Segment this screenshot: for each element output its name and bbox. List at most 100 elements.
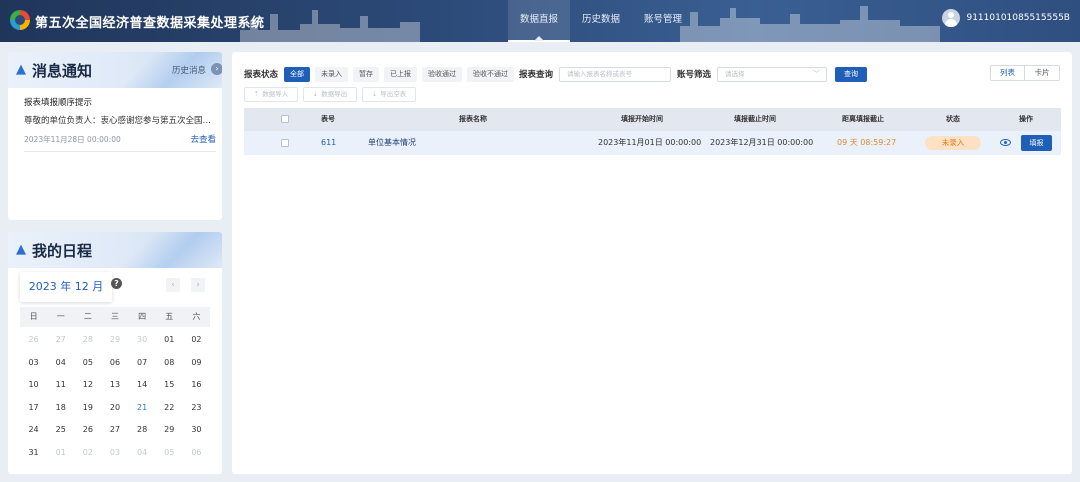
calendar-day[interactable]: 30 (129, 329, 156, 352)
nav-item-data-report[interactable]: 数据直报 (508, 0, 571, 42)
calendar-day[interactable]: 29 (101, 329, 128, 352)
row-checkbox[interactable] (281, 139, 289, 147)
calendar-day[interactable]: 05 (74, 352, 101, 375)
calendar-day[interactable]: 27 (101, 419, 128, 442)
filter-bar: 报表状态 全部 未录入 暂存 已上报 验收通过 验收不通过 报表查询 账号筛选 … (244, 66, 868, 82)
fill-report-button[interactable]: 填报 (1021, 135, 1052, 151)
calendar-next-button[interactable]: › (191, 278, 205, 292)
calendar-day[interactable]: 03 (101, 442, 128, 465)
app-title: 第五次全国经济普查数据采集处理系统 (35, 16, 265, 31)
table-row[interactable]: 611 单位基本情况 2023年11月01日 00:00:00 2023年12月… (244, 131, 1061, 155)
search-button[interactable]: 查询 (835, 66, 868, 82)
calendar-day[interactable]: 19 (74, 397, 101, 420)
calendar-day[interactable]: 28 (129, 419, 156, 442)
calendar-day[interactable]: 04 (129, 442, 156, 465)
calendar-prev-button[interactable]: ‹ (166, 278, 180, 292)
table-header: 表号 报表名称 填报开始时间 填报截止时间 距离填报截止 状态 操作 (244, 108, 1061, 131)
calendar-icon: ▲ (16, 242, 26, 257)
status-chip-submitted[interactable]: 已上报 (384, 66, 418, 82)
top-header: 第五次全国经济普查数据采集处理系统 数据直报 历史数据 账号管理 9111010… (0, 0, 1080, 42)
calendar-day[interactable]: 26 (20, 329, 47, 352)
report-search-input[interactable] (559, 66, 672, 82)
eye-icon[interactable] (1000, 139, 1011, 146)
calendar-day[interactable]: 22 (156, 397, 183, 420)
nav-item-history-data[interactable]: 历史数据 (570, 0, 632, 42)
calendar-day[interactable]: 01 (47, 442, 74, 465)
calendar-weekday: 六 (192, 312, 201, 321)
calendar-month-picker[interactable]: 2023 年 12 月 (20, 272, 112, 302)
calendar-day[interactable]: 07 (129, 352, 156, 375)
row-start: 2023年11月01日 00:00:00 (598, 138, 702, 147)
header-code: 表号 (321, 115, 335, 123)
calendar-day[interactable]: 13 (101, 374, 128, 397)
user-menu[interactable]: 91110101085515555B (942, 9, 1070, 27)
calendar-day[interactable]: 28 (74, 329, 101, 352)
notice-item-title[interactable]: 报表填报顺序提示 (24, 96, 216, 108)
calendar-day[interactable]: 21 (129, 397, 156, 420)
bell-icon: ▲ (16, 62, 26, 77)
row-end: 2023年12月31日 00:00:00 (710, 138, 814, 147)
chevron-right-icon[interactable]: › (211, 63, 222, 75)
calendar-day[interactable]: 30 (183, 419, 210, 442)
calendar-weekday: 二 (83, 312, 92, 321)
account-select[interactable]: 请选择 ﹀ (717, 66, 828, 82)
calendar-day[interactable]: 06 (183, 442, 210, 465)
calendar-day[interactable]: 24 (20, 419, 47, 442)
card-view-button[interactable]: 卡片 (1025, 66, 1059, 80)
calendar-day[interactable]: 03 (20, 352, 47, 375)
calendar-day[interactable]: 17 (20, 397, 47, 420)
calendar-day[interactable]: 05 (156, 442, 183, 465)
list-view-button[interactable]: 列表 (991, 66, 1025, 80)
notice-item-meta: 2023年11月28日 00:00:00 去查看 (24, 133, 216, 146)
header-remaining: 距离填报截止 (842, 115, 884, 123)
calendar-day[interactable]: 29 (156, 419, 183, 442)
status-chip-all[interactable]: 全部 (284, 66, 311, 82)
calendar-grid: 日一二三四五六 26 27 28 29 30 01 02 03 04 05 06 07 08 09 10 11… (20, 307, 210, 464)
calendar-day[interactable]: 23 (183, 397, 210, 420)
calendar-day[interactable]: 04 (47, 352, 74, 375)
calendar-day[interactable]: 31 (20, 442, 47, 465)
status-chip-not-entered[interactable]: 未录入 (315, 66, 349, 82)
calendar-day[interactable]: 25 (47, 419, 74, 442)
calendar-day[interactable]: 02 (74, 442, 101, 465)
notice-view-link[interactable]: 去查看 (190, 133, 216, 145)
status-chip-accepted[interactable]: 验收通过 (422, 66, 463, 82)
calendar-day[interactable]: 09 (183, 352, 210, 375)
select-all-checkbox[interactable] (281, 115, 289, 123)
calendar-day[interactable]: 26 (74, 419, 101, 442)
row-name[interactable]: 单位基本情况 (368, 131, 416, 155)
data-export-button[interactable]: ⇣ 数据导出 (303, 87, 357, 102)
status-chip-rejected[interactable]: 验收不通过 (467, 66, 515, 82)
calendar-weekday: 三 (110, 312, 119, 321)
chevron-down-icon: ﹀ (813, 69, 821, 78)
calendar-day[interactable]: 15 (156, 374, 183, 397)
history-messages-link[interactable]: 历史消息 (172, 64, 206, 76)
calendar-days: 26 27 28 29 30 01 02 03 04 05 06 07 08 09 10 11 12 13 14 15… (20, 327, 210, 464)
calendar-day[interactable]: 06 (101, 352, 128, 375)
calendar-day[interactable]: 20 (101, 397, 128, 420)
export-empty-button[interactable]: ⇣ 导出空表 (362, 87, 416, 102)
calendar-day[interactable]: 18 (47, 397, 74, 420)
status-chip-draft[interactable]: 暂存 (353, 66, 380, 82)
account-select-placeholder: 请选择 (725, 69, 745, 78)
calendar-day[interactable]: 27 (47, 329, 74, 352)
nav-item-account-management[interactable]: 账号管理 (632, 0, 694, 42)
calendar-day[interactable]: 10 (20, 374, 47, 397)
upload-icon: ⇡ (253, 90, 260, 98)
row-code: 611 (321, 138, 337, 147)
calendar-day[interactable]: 08 (156, 352, 183, 375)
calendar-day[interactable]: 01 (156, 329, 183, 352)
data-export-label: 数据导出 (321, 90, 348, 98)
header-start: 填报开始时间 (621, 115, 663, 123)
calendar-day[interactable]: 02 (183, 329, 210, 352)
calendar-day[interactable]: 14 (129, 374, 156, 397)
logo-icon (10, 10, 30, 30)
help-icon[interactable]: ? (111, 278, 122, 289)
header-name: 报表名称 (459, 115, 487, 123)
data-import-button[interactable]: ⇡ 数据导入 (244, 87, 298, 102)
calendar-day[interactable]: 16 (183, 374, 210, 397)
calendar-day[interactable]: 11 (47, 374, 74, 397)
calendar-day[interactable]: 12 (74, 374, 101, 397)
notice-item-date: 2023年11月28日 00:00:00 (24, 134, 121, 144)
row-remaining: 09 天 08:59:27 (837, 138, 897, 147)
